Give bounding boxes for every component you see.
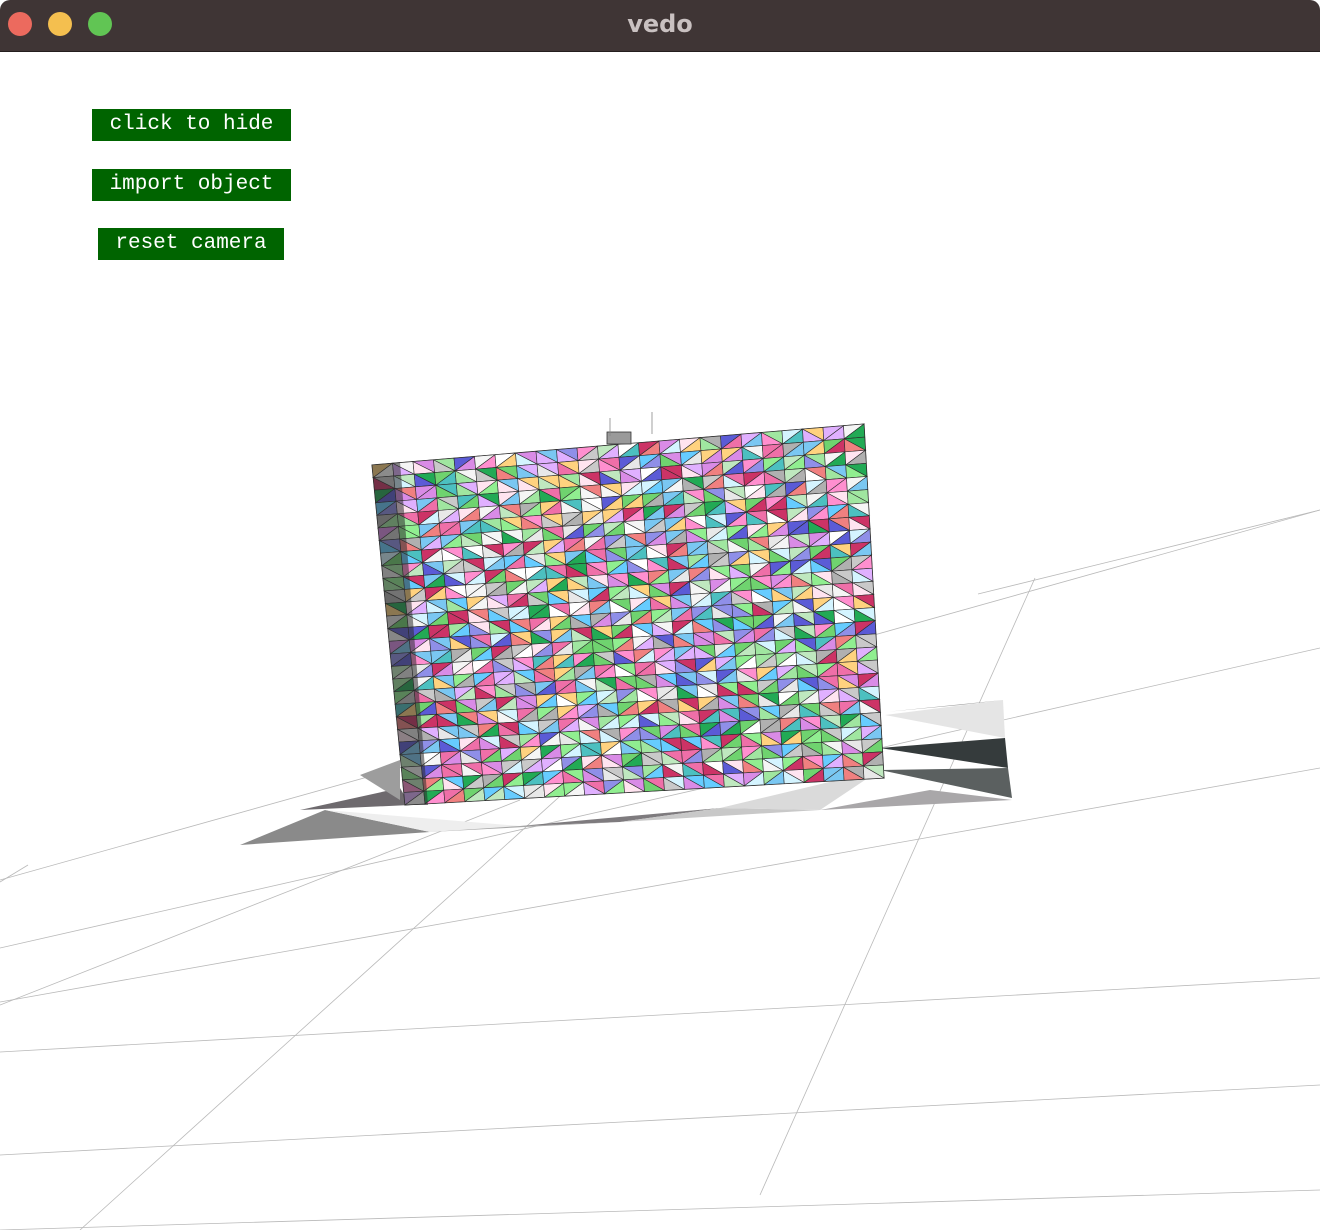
title-bar[interactable]: vedo — [0, 0, 1320, 52]
grid-line — [977, 509, 1320, 595]
render-viewport[interactable]: click to hide import object reset camera — [0, 53, 1320, 1230]
app-window: vedo click to hide import object reset c… — [0, 0, 1320, 1230]
window-title: vedo — [627, 10, 693, 38]
ground-triangle — [820, 790, 1012, 810]
ground-triangle — [880, 738, 1008, 768]
import-object-button[interactable]: import object — [92, 169, 291, 201]
grid-line — [0, 977, 1320, 1053]
click-to-hide-button[interactable]: click to hide — [92, 109, 291, 141]
building-mesh — [371, 412, 886, 806]
ground-triangle — [885, 700, 1005, 738]
reset-camera-button[interactable]: reset camera — [98, 228, 284, 260]
grid-line — [0, 1189, 1320, 1230]
ground-triangle — [240, 810, 430, 845]
grid-line — [0, 1084, 1320, 1156]
roof-element — [606, 431, 632, 445]
grid-line — [0, 767, 1320, 1003]
